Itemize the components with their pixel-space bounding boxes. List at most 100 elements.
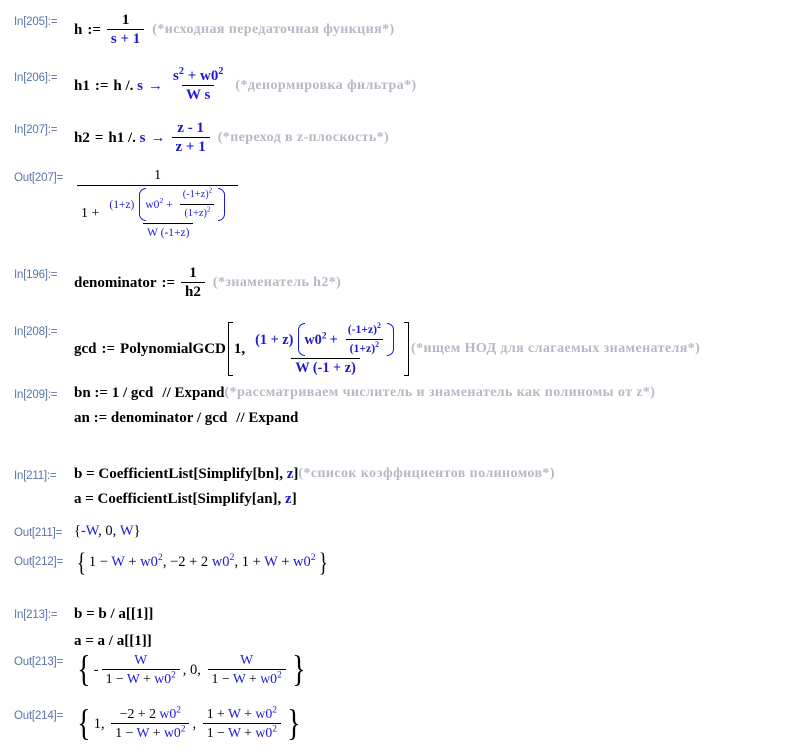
cell-out-207[interactable]: Out[207]= 1 1 + (1+z) w02 + (-1+z)2 (1+z… <box>14 168 241 241</box>
out214-item-1-den: 1 − W + w02 <box>111 723 190 741</box>
in213-line-1: b = b / a[[1]] <box>74 605 153 623</box>
expr-h2-assign: = <box>94 129 104 146</box>
expr-h1-assign: := <box>94 77 109 94</box>
gcd-arg2-numerator: (1 + z) w02 + (-1+z)2 (1+z)2 <box>251 322 400 358</box>
out207-inner-numerator: (1+z) w02 + (-1+z)2 (1+z)2 <box>105 187 231 223</box>
frac-out207-outer: 1 1 + (1+z) w02 + (-1+z)2 (1+z)2 W (-1+z… <box>77 168 239 241</box>
frac-h2: z - 1 z + 1 <box>171 120 210 155</box>
expr-h-name: h <box>74 21 83 38</box>
out211-item-2: W <box>119 523 134 539</box>
out207-outer-denominator: 1 + (1+z) w02 + (-1+z)2 (1+z)2 W (-1+z) <box>77 185 239 241</box>
brace-open-icon: { <box>77 702 91 744</box>
cell-in-208[interactable]: In[208]:= gcd := PolynomialGCD 1, (1 + z… <box>14 322 700 376</box>
out213-item-2-num: W <box>240 652 254 667</box>
frac-h2-denominator: z + 1 <box>171 137 210 155</box>
out213-item-1: 0 <box>190 661 198 678</box>
cell-label-out-212: Out[212]= <box>14 556 64 568</box>
out214-list: { 1, −2 + 2 w02 1 − W + w02 , 1 + W + w0… <box>74 702 304 744</box>
paren-group-out207: w02 + (-1+z)2 (1+z)2 <box>137 187 227 222</box>
cell-in-206[interactable]: In[206]:= h1 := h /. s → s2 + w02 W s (*… <box>14 66 417 103</box>
cell-label-out-213: Out[213]= <box>14 656 64 668</box>
out214-item-0: 1 <box>93 715 101 732</box>
expr-h-assign: := <box>87 21 101 38</box>
cell-in-209[interactable]: In[209]:= bn := 1 / gcd // Expand (*расс… <box>14 385 655 426</box>
function-polynomialgcd: PolynomialGCD <box>120 341 226 357</box>
out213-item-0-sign: - <box>93 661 99 678</box>
out213-item-0-num: W <box>134 652 148 667</box>
paren-left-icon <box>137 187 147 222</box>
in211-line2-code: a = CoefficientList[Simplify[an], z] <box>74 491 297 507</box>
comment-in-207: (*переход в z-плоскость*) <box>217 129 390 145</box>
cell-label-in-206: In[206]:= <box>14 72 58 84</box>
frac-out214-item-1: −2 + 2 w02 1 − W + w02 <box>111 705 190 741</box>
frac-h2-numerator: z - 1 <box>177 120 204 136</box>
in213-line2-code: a = a / a[[1]] <box>74 633 152 649</box>
gcd-inner-den: (1+z)2 <box>345 339 384 357</box>
cell-label-in-211: In[211]:= <box>14 470 57 482</box>
cell-out-211[interactable]: Out[211]= {-W, 0, W} <box>14 523 141 540</box>
brace-open-icon: { <box>76 547 86 577</box>
brace-close-icon: } <box>291 648 306 690</box>
out211-list: {-W, 0, W} <box>74 523 141 539</box>
brace-open-icon: { <box>77 648 91 690</box>
cell-out-212[interactable]: Out[212]= { 1 − W + w02, −2 + 2 w02, 1 +… <box>14 547 331 577</box>
cell-in-213[interactable]: In[213]:= b = b / a[[1]] a = a / a[[1]] <box>14 605 153 650</box>
gcd-plus: + <box>329 331 338 348</box>
brace-open-icon: { <box>74 523 81 539</box>
frac-out207-innermost: (-1+z)2 (1+z)2 <box>179 187 216 222</box>
out207-inner-denominator: W (-1+z) <box>143 223 194 241</box>
expr-gcd-assign: := <box>101 341 116 357</box>
cell-label-out-211: Out[211]= <box>14 527 63 539</box>
comment-in-205: (*исходная передаточная функция*) <box>152 21 395 37</box>
frac-h1-denominator: W s <box>182 85 215 103</box>
cell-in-205[interactable]: In[205]:= h := 1 s + 1 (*исходная переда… <box>14 12 395 47</box>
cell-out-213[interactable]: Out[213]= { - W 1 − W + w02 , 0, W 1 − W… <box>14 648 309 690</box>
frac-out213-item-2: W 1 − W + w02 <box>207 652 286 687</box>
gcd-arg2-denominator: W (-1 + z) <box>291 358 360 376</box>
cell-in-207[interactable]: In[207]:= h2 = h1 /. s → z - 1 z + 1 (*п… <box>14 120 389 155</box>
in209-line1-expand: // Expand <box>162 385 225 401</box>
cell-in-196[interactable]: In[196]:= denominator := 1 h2 (*знаменат… <box>14 265 341 300</box>
out212-list: { 1 − W + w02, −2 + 2 w02, 1 + W + w02 } <box>74 547 331 577</box>
frac-gcd-arg2: (1 + z) w02 + (-1+z)2 (1+z)2 W (-1 + z) <box>251 322 400 376</box>
in209-line-2: an := denominator / gcd // Expand <box>74 410 655 426</box>
cell-label-in-213: In[213]:= <box>14 609 58 621</box>
arrow-icon: → <box>150 129 166 146</box>
cell-out-214[interactable]: Out[214]= { 1, −2 + 2 w02 1 − W + w02 , … <box>14 702 304 744</box>
out214-item-1-num: −2 + 2 w02 <box>119 705 181 721</box>
out207-innermost-num: (-1+z)2 <box>182 186 213 200</box>
out207-den-lead: 1 + <box>81 206 100 221</box>
cell-label-in-209: In[209]:= <box>14 389 58 401</box>
in211-line1-code: b = CoefficientList[Simplify[bn], z] <box>74 466 299 482</box>
frac-h1-numerator: s2 + w02 <box>173 66 224 84</box>
in209-line2-expand: // Expand <box>236 410 299 426</box>
expr-gcd-name: gcd <box>74 341 97 357</box>
frac-out214-item-2: 1 + W + w02 1 − W + w02 <box>202 705 281 741</box>
out214-comma-1: , <box>192 715 197 732</box>
out213-item-0-den: 1 − W + w02 <box>101 669 180 687</box>
comment-in-206: (*денормировка фильтра*) <box>235 77 417 93</box>
out214-item-2-num: 1 + W + w02 <box>206 705 277 721</box>
cell-in-211[interactable]: In[211]:= b = CoefficientList[Simplify[b… <box>14 466 555 507</box>
frac-h1: s2 + w02 W s <box>169 66 227 103</box>
in209-line1-code: bn := 1 / gcd <box>74 385 154 401</box>
expr-h1-lhs: h /. s <box>113 77 143 94</box>
expr-denominator-assign: := <box>161 274 176 291</box>
out211-comma-1: , <box>112 523 117 539</box>
frac-out213-item-0: W 1 − W + w02 <box>101 652 180 687</box>
notebook-canvas: In[205]:= h := 1 s + 1 (*исходная переда… <box>0 0 809 749</box>
out207-plus: + <box>166 198 173 211</box>
in211-line-2: a = CoefficientList[Simplify[an], z] <box>74 491 555 507</box>
frac-out207-inner: (1+z) w02 + (-1+z)2 (1+z)2 W (-1+z) <box>105 187 231 241</box>
comment-in-196: (*знаменатель h2*) <box>212 274 342 290</box>
out212-item-2: 1 + W + w02 <box>241 552 316 571</box>
out214-comma-0: , <box>101 715 105 732</box>
gcd-inner-num: (-1+z)2 <box>347 321 382 336</box>
cell-label-out-207: Out[207]= <box>14 172 64 184</box>
comment-in-209: (*рассматриваем числитель и знаменатель … <box>224 385 656 400</box>
out211-comma-0: , <box>98 523 102 539</box>
out213-list: { - W 1 − W + w02 , 0, W 1 − W + w02 } <box>74 648 309 690</box>
in211-line-1: b = CoefficientList[Simplify[bn], z] (*с… <box>74 466 555 482</box>
cell-label-in-205: In[205]:= <box>14 16 58 28</box>
out212-comma-0: , <box>162 554 167 571</box>
